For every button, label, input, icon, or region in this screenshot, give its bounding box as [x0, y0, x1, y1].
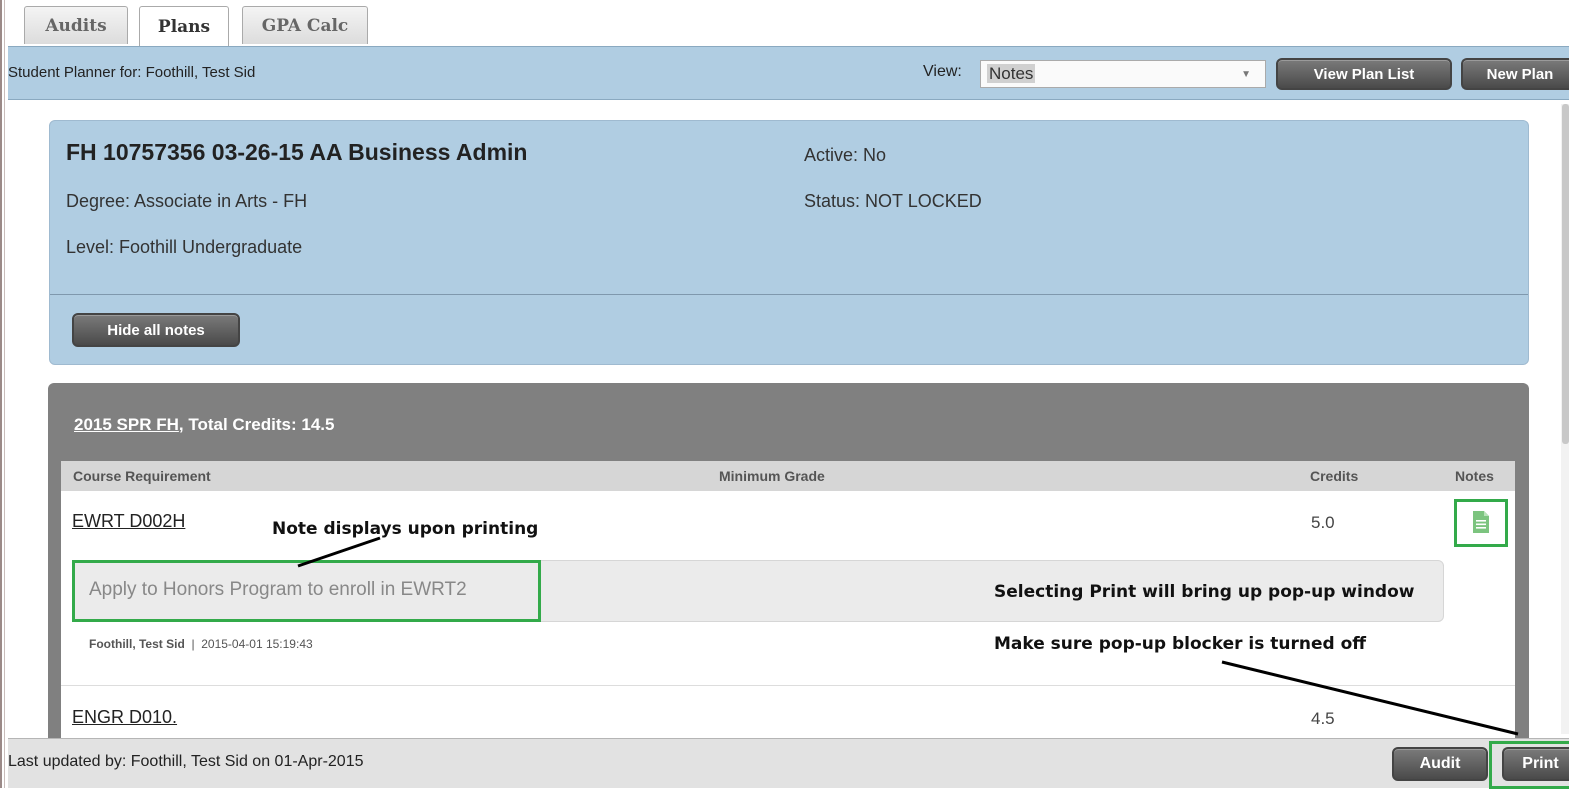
- col-credits: Credits: [1310, 468, 1359, 484]
- course-link-ewrt[interactable]: EWRT D002H: [72, 511, 185, 532]
- last-updated-text: Last updated by: Foothill, Test Sid on 0…: [8, 753, 364, 770]
- note-author-line: Foothill, Test Sid | 2015-04-01 15:19:43: [89, 637, 313, 651]
- plan-degree: Degree: Associate in Arts - FH: [66, 191, 308, 211]
- footer-bar: Last updated by: Foothill, Test Sid on 0…: [8, 738, 1569, 789]
- annotation-popup-blocker: Make sure pop-up blocker is turned off: [994, 634, 1367, 654]
- course-link-engr[interactable]: ENGR D010.: [72, 707, 177, 728]
- tab-audits[interactable]: Audits: [24, 6, 128, 44]
- tab-plans[interactable]: Plans: [139, 6, 229, 46]
- plan-title: FH 10757356 03-26-15 AA Business Admin: [66, 139, 528, 165]
- planner-header-bar: Student Planner for: Foothill, Test Sid …: [8, 46, 1569, 100]
- row-divider: [61, 685, 1515, 686]
- note-author: Foothill, Test Sid: [89, 637, 185, 651]
- audit-button[interactable]: Audit: [1392, 747, 1488, 781]
- view-label: View:: [923, 63, 962, 80]
- dropdown-caret-icon: ▼: [1241, 69, 1251, 80]
- note-button[interactable]: [1454, 499, 1508, 547]
- print-button[interactable]: Print: [1502, 747, 1569, 781]
- plan-divider: [50, 294, 1528, 295]
- left-edge-rule-inner: [4, 0, 5, 788]
- note-timestamp: | 2015-04-01 15:19:43: [184, 637, 313, 651]
- term-panel: 2015 SPR FH, Total Credits: 14.5 Course …: [48, 383, 1529, 743]
- col-minimum-grade: Minimum Grade: [719, 468, 825, 484]
- plan-level: Level: Foothill Undergraduate: [66, 237, 303, 257]
- left-edge-rule: [0, 0, 2, 788]
- view-select[interactable]: Notes ▼: [980, 60, 1266, 88]
- vertical-scrollbar-thumb[interactable]: [1562, 104, 1569, 444]
- view-select-value: Notes: [987, 64, 1036, 83]
- note-text: Apply to Honors Program to enroll in EWR…: [89, 579, 467, 600]
- course-table-header: Course Requirement Minimum Grade Credits…: [61, 461, 1515, 491]
- plan-status: Status: NOT LOCKED: [804, 191, 982, 211]
- course-credits-engr: 4.5: [1311, 709, 1335, 728]
- tab-gpa-calc[interactable]: GPA Calc: [242, 6, 368, 44]
- new-plan-button[interactable]: New Plan: [1461, 58, 1569, 90]
- term-link[interactable]: 2015 SPR FH: [74, 415, 179, 434]
- course-credits-ewrt: 5.0: [1311, 513, 1335, 532]
- col-course-requirement: Course Requirement: [73, 468, 211, 484]
- col-notes: Notes: [1455, 468, 1494, 484]
- hide-all-notes-button[interactable]: Hide all notes: [72, 313, 240, 347]
- plan-active: Active: No: [804, 145, 887, 165]
- plan-info-panel: FH 10757356 03-26-15 AA Business Admin D…: [49, 120, 1529, 365]
- note-document-icon: [1473, 511, 1489, 533]
- annotation-note-display: Note displays upon printing: [272, 519, 539, 539]
- planner-title: Student Planner for: Foothill, Test Sid: [8, 64, 256, 81]
- annotation-print-popup: Selecting Print will bring up pop-up win…: [994, 582, 1415, 602]
- term-total-credits: , Total Credits: 14.5: [178, 415, 335, 434]
- view-plan-list-button[interactable]: View Plan List: [1276, 58, 1452, 90]
- term-heading: 2015 SPR FH, Total Credits: 14.5: [74, 415, 334, 435]
